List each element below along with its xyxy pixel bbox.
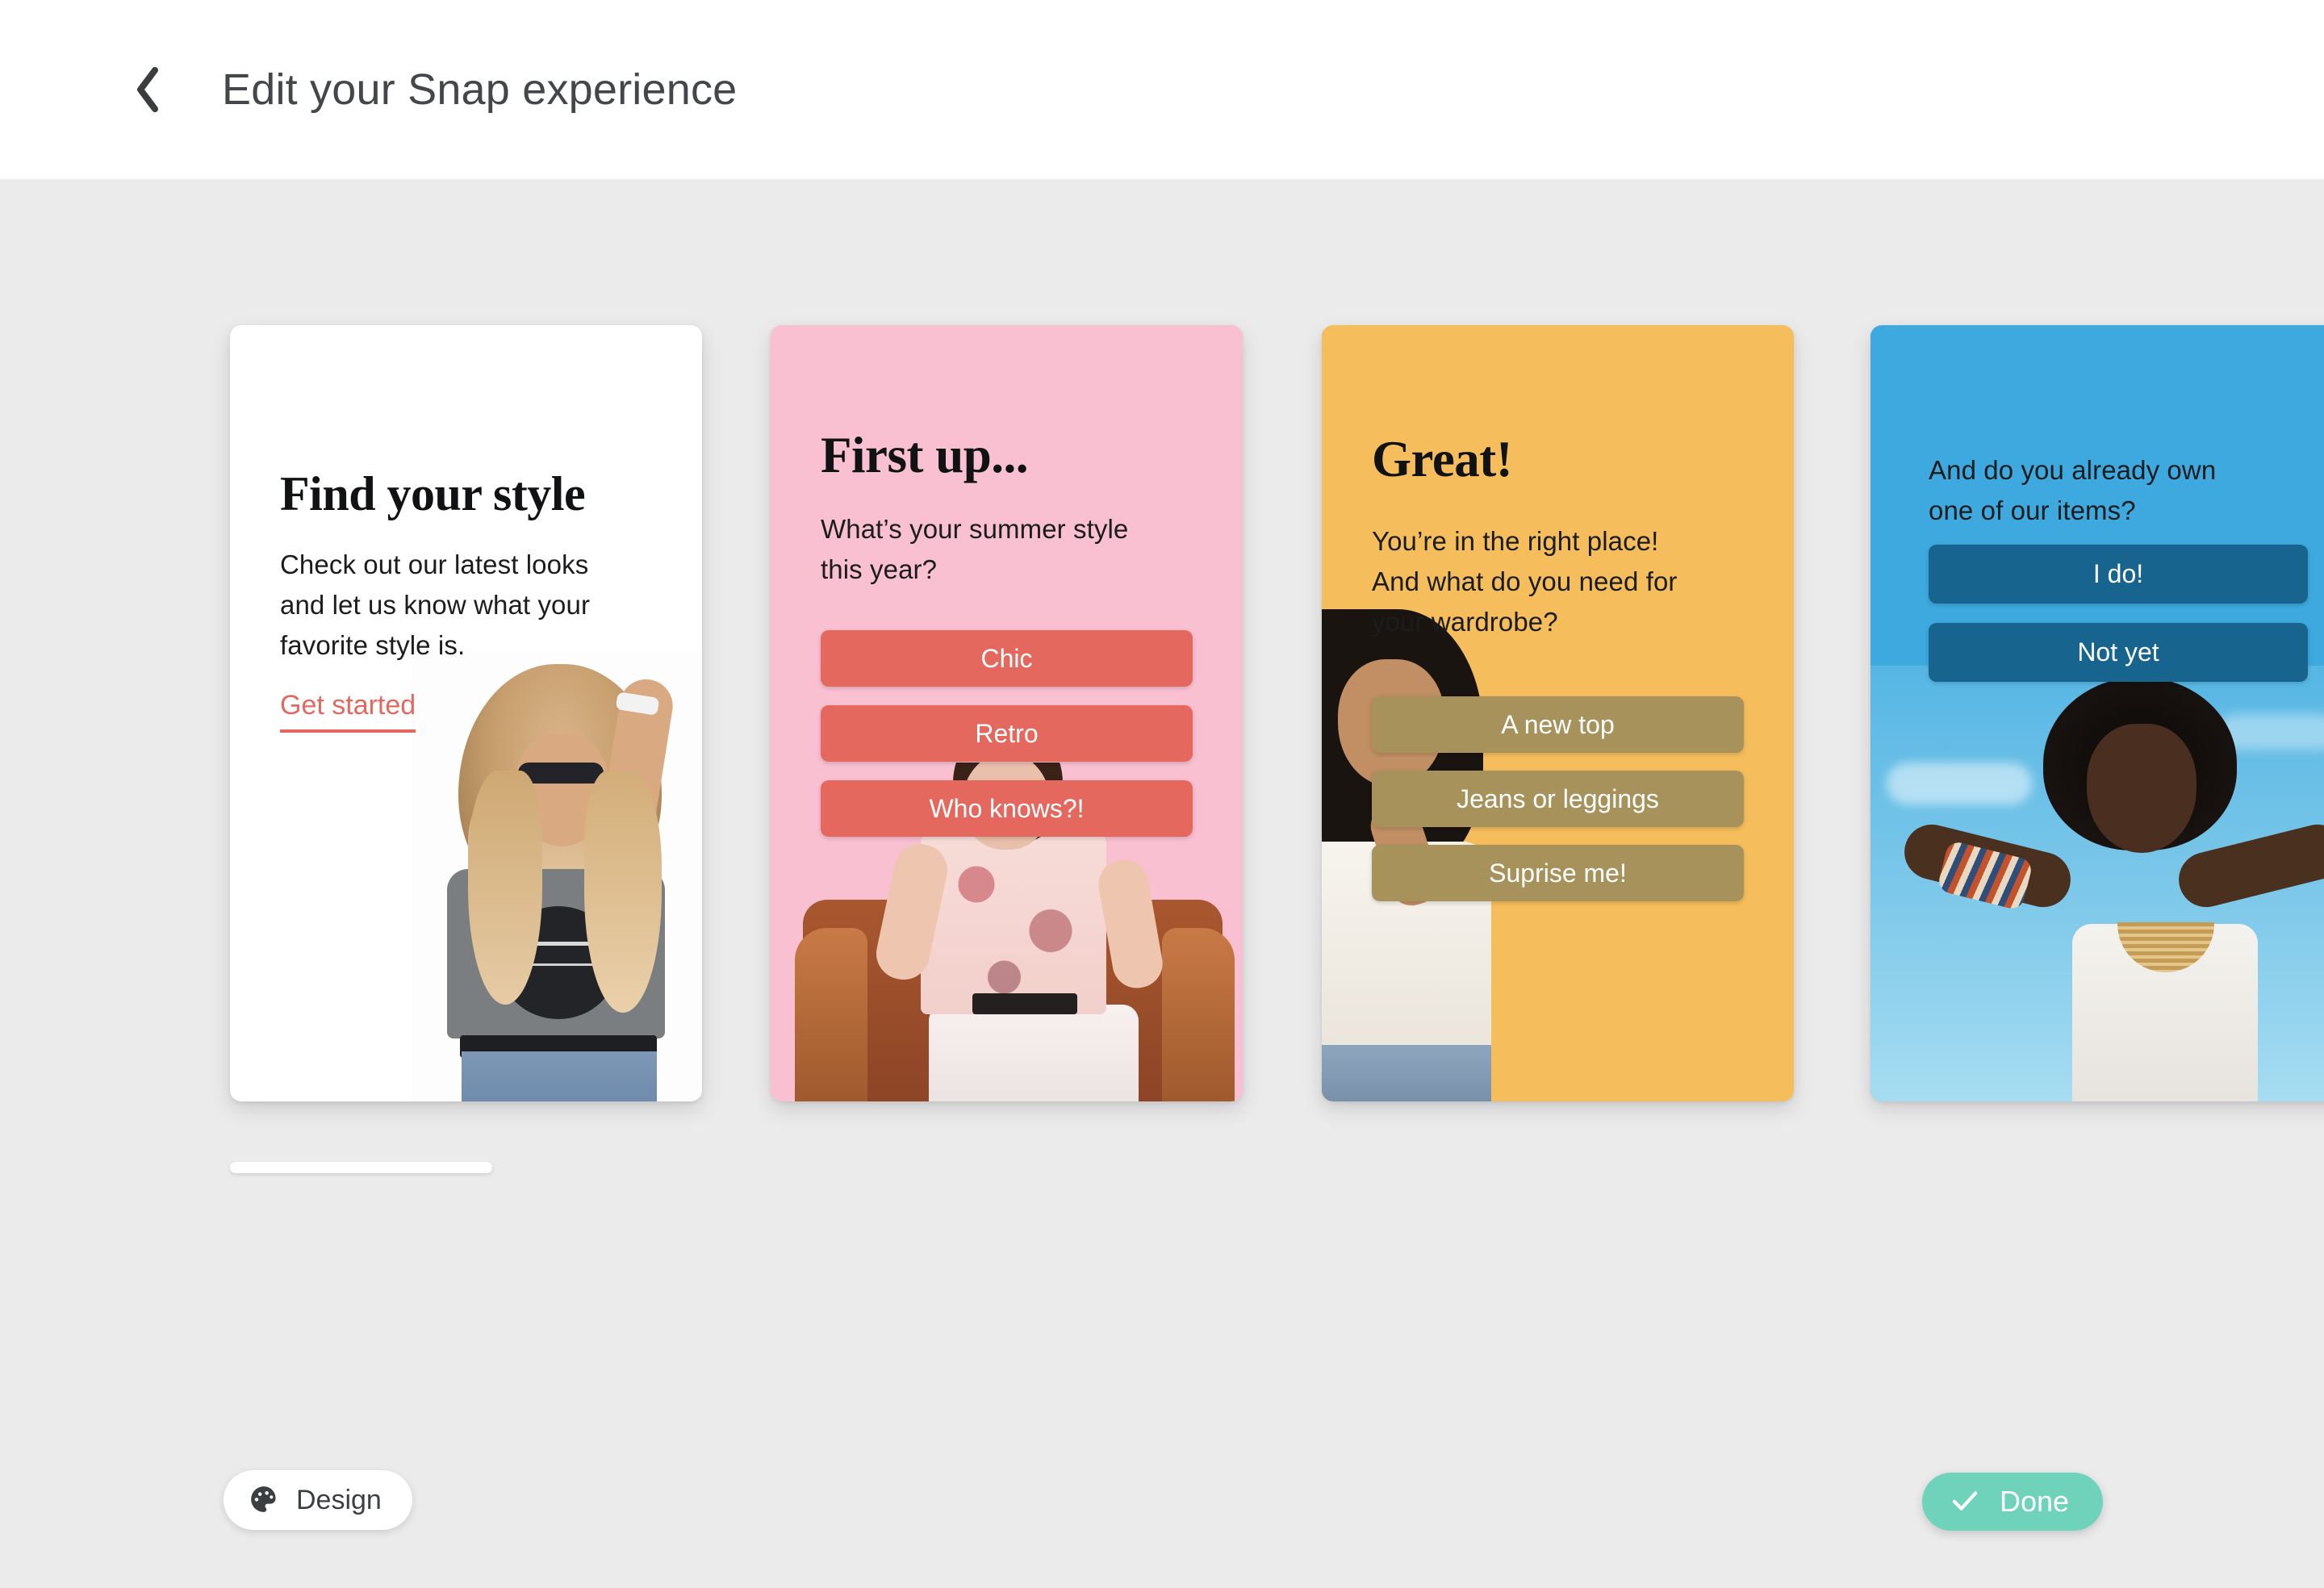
carousel-scrollbar-thumb[interactable] <box>230 1162 492 1173</box>
card-body-text: Check out our latest looks and let us kn… <box>280 550 591 661</box>
page-title: Edit your Snap experience <box>222 65 738 114</box>
choice-button-who-knows[interactable]: Who knows?! <box>821 780 1193 837</box>
choice-button-suprise-me[interactable]: Suprise me! <box>1372 845 1744 901</box>
app-header: Edit your Snap experience <box>0 0 2324 179</box>
get-started-link[interactable]: Get started <box>280 690 416 733</box>
choice-button-chic[interactable]: Chic <box>821 630 1193 687</box>
done-button-label: Done <box>2000 1485 2070 1518</box>
palette-icon <box>248 1483 280 1518</box>
card-headline: Great! <box>1372 431 1513 487</box>
chevron-left-icon <box>134 67 161 112</box>
story-card-own-our-items[interactable]: And do you already own one of our items?… <box>1870 325 2324 1101</box>
choice-button-not-yet[interactable]: Not yet <box>1929 623 2308 682</box>
story-card-find-your-style[interactable]: Find your style Check out our latest loo… <box>230 325 702 1101</box>
card-canvas: Find your style Check out our latest loo… <box>0 179 2324 1588</box>
card-body-text: And do you already own one of our items? <box>1929 455 2217 526</box>
design-button-label: Design <box>296 1484 382 1515</box>
done-button[interactable]: Done <box>1922 1473 2104 1531</box>
card-choice-list: Chic Retro Who knows?! <box>821 630 1193 855</box>
card-headline: First up... <box>821 427 1029 483</box>
check-icon <box>1948 1484 1982 1520</box>
story-card-first-up[interactable]: First up... What’s your summer style thi… <box>771 325 1243 1101</box>
card-body-text: You’re in the right place! And what do y… <box>1372 526 1678 637</box>
card-choice-list: A new top Jeans or leggings Suprise me! <box>1372 696 1744 919</box>
choice-button-jeans-or-leggings[interactable]: Jeans or leggings <box>1372 771 1744 827</box>
story-card-great[interactable]: Great! You’re in the right place! And wh… <box>1322 325 1794 1101</box>
carousel-scrollbar-track[interactable] <box>230 1162 2086 1173</box>
choice-button-i-do[interactable]: I do! <box>1929 545 2308 604</box>
design-button[interactable]: Design <box>224 1470 412 1530</box>
card-body-text: What’s your summer style this year? <box>821 514 1129 585</box>
back-button[interactable] <box>121 63 174 116</box>
card-choice-list: I do! Not yet <box>1929 545 2308 701</box>
choice-button-a-new-top[interactable]: A new top <box>1372 696 1744 753</box>
choice-button-retro[interactable]: Retro <box>821 705 1193 762</box>
card-headline: Find your style <box>280 467 586 520</box>
